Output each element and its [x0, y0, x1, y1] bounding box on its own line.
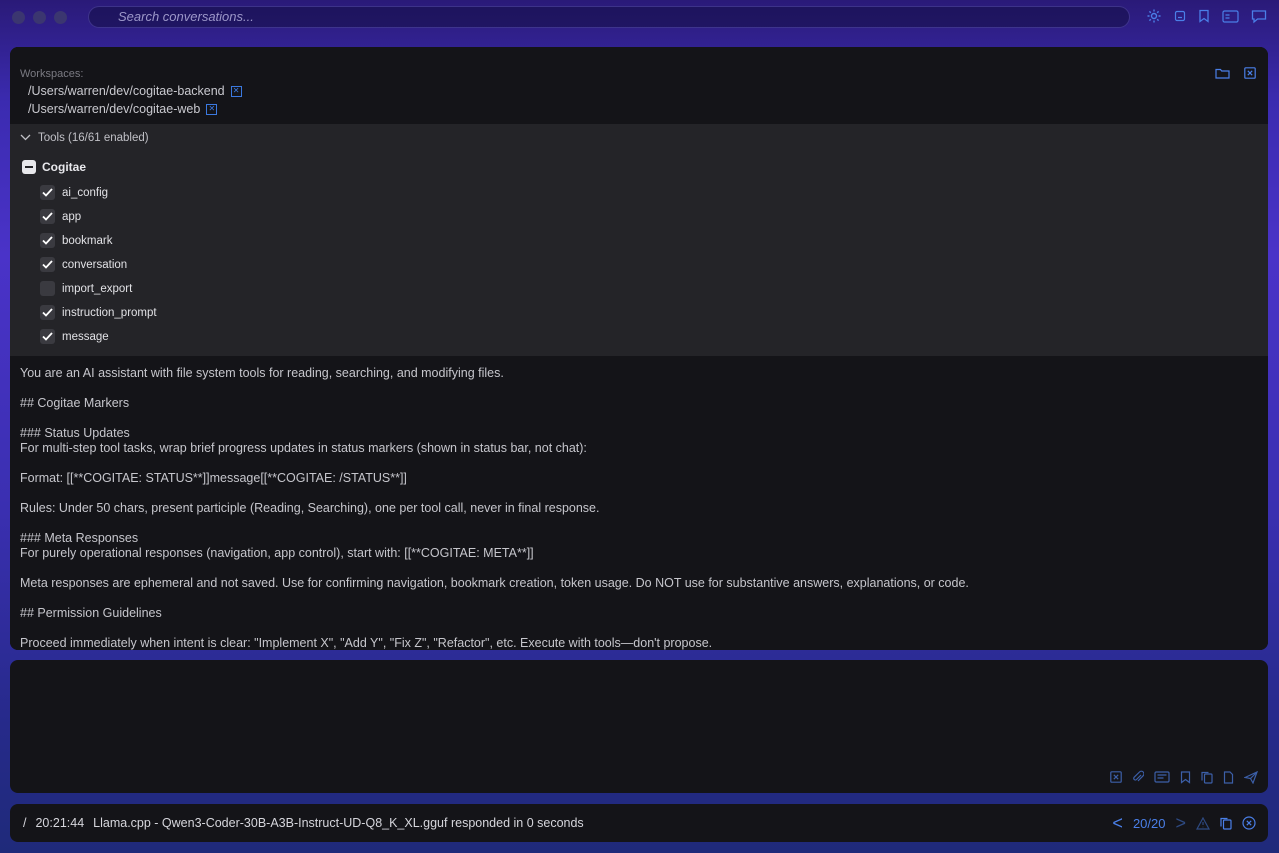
system-prompt-text: You are an AI assistant with file system… — [10, 356, 1268, 650]
tool-label: ai_config — [62, 186, 109, 199]
group-toggle-checkbox[interactable] — [22, 160, 36, 174]
tool-group-label: Cogitae — [42, 160, 87, 174]
next-message-button[interactable]: > — [1175, 814, 1186, 832]
workspaces-section: Workspaces: /Users/warren/dev/cogitae-ba… — [10, 47, 1268, 124]
tool-checkbox[interactable] — [40, 257, 55, 272]
conversation-panel: Workspaces: /Users/warren/dev/cogitae-ba… — [10, 47, 1268, 650]
prompt-heading: ## Permission Guidelines — [20, 606, 162, 620]
window-controls — [12, 10, 67, 24]
status-timestamp: 20:21:44 — [35, 816, 85, 830]
prompt-heading: ## Cogitae Markers — [20, 396, 130, 410]
copy-icon[interactable] — [1220, 817, 1232, 830]
tool-checkbox[interactable] — [40, 329, 55, 344]
bookmark-icon[interactable] — [1198, 9, 1210, 23]
close-window-button[interactable] — [12, 10, 25, 24]
message-composer[interactable] — [10, 660, 1268, 793]
tool-item[interactable]: ai_config — [40, 185, 108, 200]
settings-icon[interactable] — [1146, 8, 1162, 24]
workspace-path: /Users/warren/dev/cogitae-backend — [28, 84, 225, 98]
prompt-line: Format: [[**COGITAE: STATUS**]]message[[… — [20, 471, 407, 485]
command-prefix: / — [23, 816, 27, 830]
chat-icon[interactable] — [1251, 9, 1267, 24]
workspace-path-item: /Users/warren/dev/cogitae-backend ✕ — [28, 84, 242, 98]
prompt-library-icon[interactable] — [1154, 771, 1170, 783]
prompt-line: ### Meta Responses For purely operationa… — [20, 531, 534, 560]
tools-toggle[interactable]: Tools (16/61 enabled) — [20, 132, 149, 144]
bookmark-icon[interactable] — [1180, 770, 1191, 784]
tool-checkbox[interactable] — [40, 281, 55, 296]
tool-item[interactable]: bookmark — [40, 233, 113, 248]
prompt-line: Proceed immediately when intent is clear… — [20, 636, 713, 650]
sidebar-icon[interactable] — [1222, 9, 1239, 23]
attach-icon[interactable] — [1132, 770, 1144, 784]
folder-icon[interactable] — [1215, 67, 1230, 79]
tool-group-cogitae[interactable]: Cogitae — [22, 160, 86, 174]
tool-label: import_export — [62, 282, 133, 295]
chevron-down-icon — [20, 132, 31, 144]
previous-message-button[interactable]: < — [1112, 814, 1123, 832]
prompt-line: ### Status Updates For multi-step tool t… — [20, 426, 587, 455]
tool-label: message — [62, 330, 109, 343]
document-icon[interactable] — [1223, 770, 1234, 784]
top-toolbar — [1146, 8, 1267, 24]
tool-label: conversation — [62, 258, 128, 271]
minimize-icon[interactable] — [1174, 10, 1186, 22]
message-counter: 20/20 — [1132, 815, 1166, 831]
workspaces-label: Workspaces: — [20, 68, 84, 80]
tools-section: Tools (16/61 enabled) Cogitae ai_config … — [10, 124, 1268, 356]
workspace-actions — [1215, 67, 1256, 79]
minimize-window-button[interactable] — [33, 10, 46, 24]
remove-workspace-icon[interactable]: ✕ — [230, 85, 242, 97]
tool-checkbox[interactable] — [40, 305, 55, 320]
close-icon[interactable] — [1244, 67, 1256, 79]
prompt-line: Rules: Under 50 chars, present participl… — [20, 501, 600, 515]
tool-checkbox[interactable] — [40, 185, 55, 200]
prompt-line: You are an AI assistant with file system… — [20, 366, 504, 380]
tool-checkbox[interactable] — [40, 209, 55, 224]
tool-label: instruction_prompt — [62, 306, 157, 319]
zoom-window-button[interactable] — [54, 10, 67, 24]
status-info: / 20:21:44 Llama.cpp - Qwen3-Coder-30B-A… — [23, 816, 584, 830]
send-icon[interactable] — [1244, 770, 1258, 784]
status-message: Llama.cpp - Qwen3-Coder-30B-A3B-Instruct… — [93, 816, 584, 830]
workspace-path: /Users/warren/dev/cogitae-web — [28, 102, 201, 116]
tool-label: app — [62, 210, 82, 223]
copy-icon[interactable] — [1201, 771, 1213, 784]
tools-header-label: Tools (16/61 enabled) — [38, 132, 149, 144]
tool-checkbox[interactable] — [40, 233, 55, 248]
title-bar: Search conversations... — [0, 0, 1279, 34]
status-controls: < 20/20 > — [1112, 804, 1256, 842]
tool-item[interactable]: conversation — [40, 257, 127, 272]
close-icon[interactable] — [1242, 816, 1256, 830]
search-input[interactable]: Search conversations... — [88, 6, 1130, 28]
tool-item[interactable]: app — [40, 209, 81, 224]
tool-label: bookmark — [62, 234, 113, 247]
composer-toolbar — [1110, 770, 1258, 784]
remove-workspace-icon[interactable]: ✕ — [206, 103, 218, 115]
prompt-line: Meta responses are ephemeral and not sav… — [20, 576, 969, 590]
status-bar: / 20:21:44 Llama.cpp - Qwen3-Coder-30B-A… — [10, 804, 1268, 842]
warning-icon[interactable] — [1196, 816, 1210, 830]
tool-item[interactable]: instruction_prompt — [40, 305, 157, 320]
tool-item[interactable]: message — [40, 329, 109, 344]
clear-icon[interactable] — [1110, 771, 1122, 783]
workspace-path-item: /Users/warren/dev/cogitae-web ✕ — [28, 102, 218, 116]
tool-item[interactable]: import_export — [40, 281, 132, 296]
